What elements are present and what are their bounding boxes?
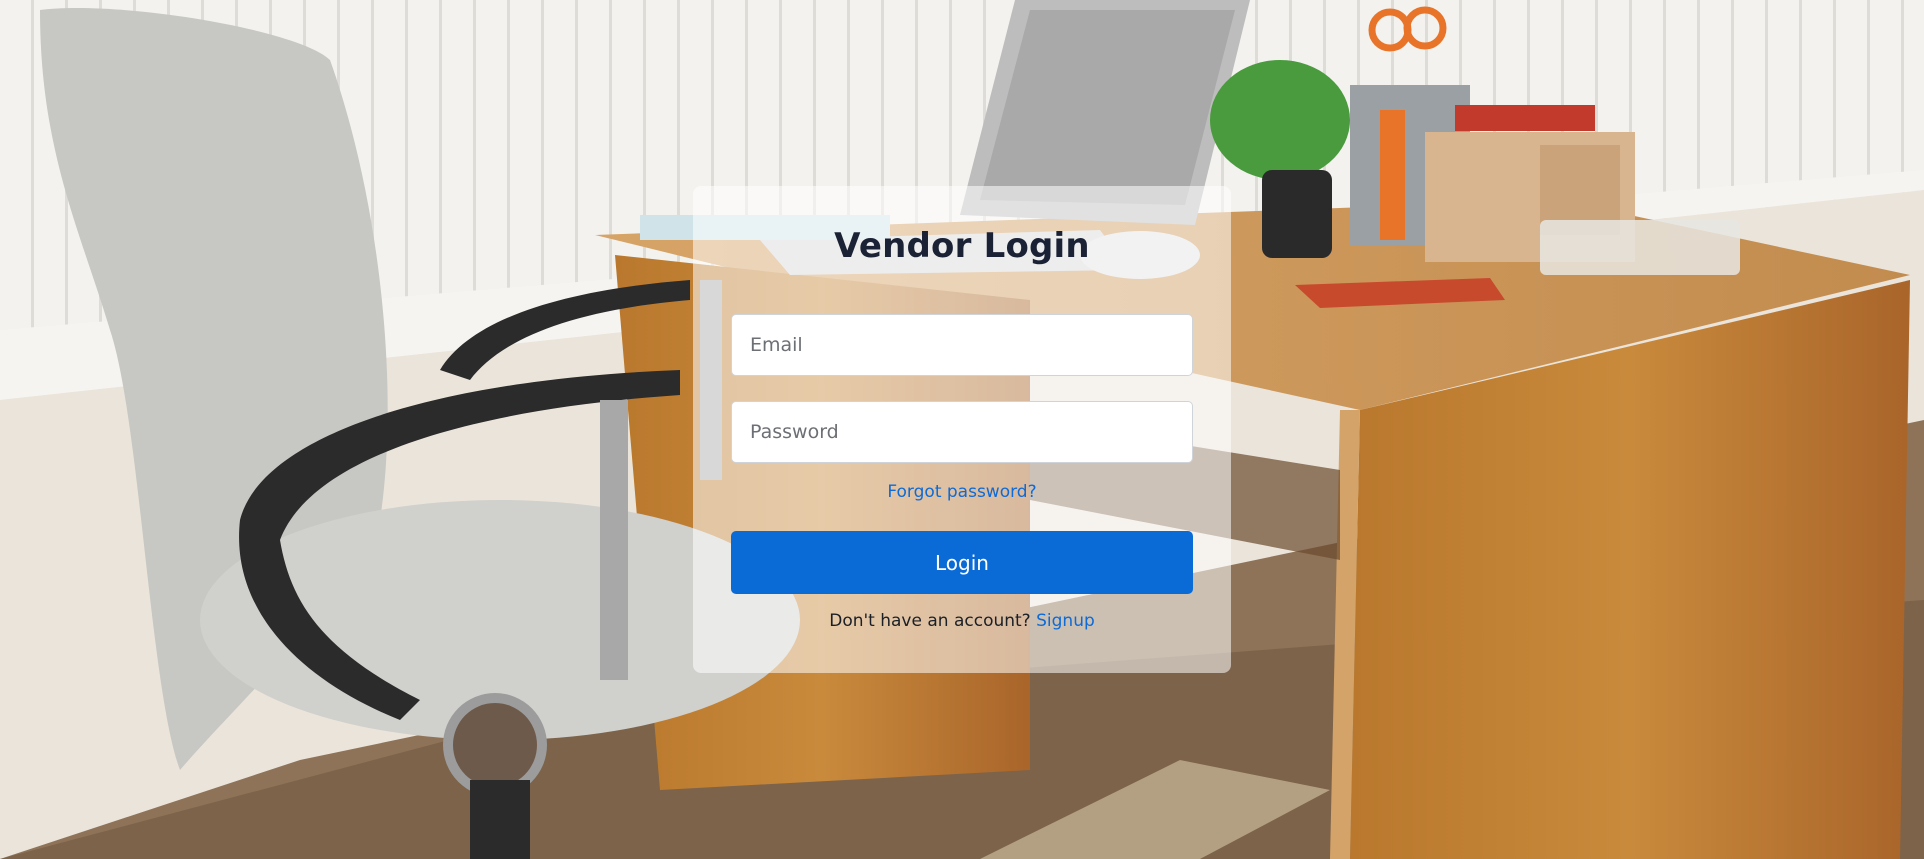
forgot-password-link[interactable]: Forgot password? [693,482,1231,502]
email-input[interactable] [731,314,1193,376]
signup-prompt: Don't have an account? [829,611,1037,631]
login-card: Vendor Login Forgot password? Login Don'… [693,186,1231,673]
password-input[interactable] [731,401,1193,463]
page-title: Vendor Login [834,226,1090,266]
signup-link[interactable]: Signup [1036,611,1095,631]
signup-row: Don't have an account? Signup [693,611,1231,631]
login-button[interactable]: Login [731,531,1193,594]
